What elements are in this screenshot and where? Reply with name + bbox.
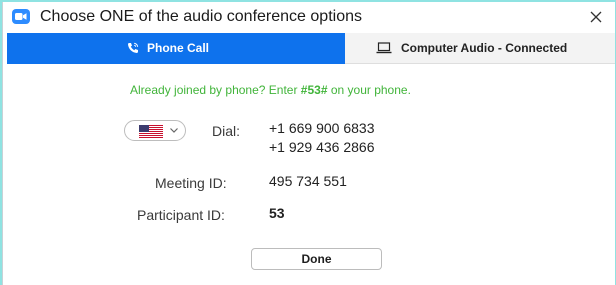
tab-computer-audio[interactable]: Computer Audio - Connected: [345, 33, 615, 64]
phone-icon: [128, 42, 139, 53]
participant-id-value: 53: [269, 205, 285, 221]
dial-label: Dial:: [212, 123, 241, 139]
tab-phone-call[interactable]: Phone Call: [7, 33, 345, 64]
us-flag-icon: [139, 125, 163, 138]
meeting-id-label: Meeting ID:: [155, 175, 227, 191]
done-button[interactable]: Done: [251, 248, 382, 270]
dial-number-1: +1 669 900 6833: [269, 120, 375, 136]
title-bar: Choose ONE of the audio conference optio…: [3, 2, 615, 33]
participant-id-label: Participant ID:: [137, 207, 225, 223]
chevron-down-icon: [170, 128, 178, 133]
country-select[interactable]: [124, 120, 186, 141]
participant-code: #53#: [300, 83, 328, 97]
dial-number-2: +1 929 436 2866: [269, 139, 375, 155]
window-title: Choose ONE of the audio conference optio…: [40, 8, 362, 25]
close-button[interactable]: [585, 6, 607, 28]
laptop-icon: [376, 42, 392, 54]
zoom-app-icon: [12, 9, 30, 24]
close-icon: [590, 11, 602, 23]
audio-options-dialog: Choose ONE of the audio conference optio…: [2, 2, 615, 285]
info-suffix: on your phone.: [327, 83, 411, 97]
audio-tabs: Phone Call Computer Audio - Connected: [7, 33, 615, 64]
info-prefix: Already joined by phone? Enter: [130, 83, 301, 97]
tab-computer-audio-label: Computer Audio - Connected: [401, 41, 568, 55]
already-joined-message: Already joined by phone? Enter #53# on y…: [130, 83, 411, 97]
meeting-id-value: 495 734 551: [269, 173, 347, 189]
tab-phone-call-label: Phone Call: [147, 41, 210, 55]
